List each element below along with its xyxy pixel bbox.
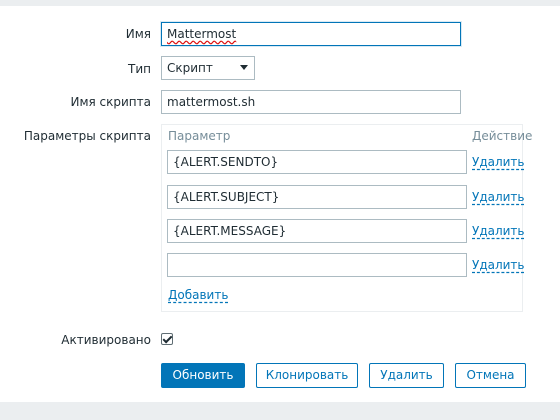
param-value-2: {ALERT.SUBJECT} xyxy=(173,190,280,204)
param-input-2[interactable]: {ALERT.SUBJECT} xyxy=(167,185,467,209)
type-label: Тип xyxy=(128,62,151,76)
type-select-value: Скрипт xyxy=(167,61,213,75)
script-name-label: Имя скрипта xyxy=(70,95,151,109)
name-label: Имя xyxy=(125,27,151,41)
remove-param-4-link[interactable]: Удалить xyxy=(472,258,525,272)
action-column-header: Действие xyxy=(472,129,533,143)
chevron-down-icon xyxy=(240,65,248,70)
script-name-input[interactable]: mattermost.sh xyxy=(161,90,461,114)
param-column-header: Параметр xyxy=(168,129,231,143)
delete-button[interactable]: Удалить xyxy=(369,363,444,388)
script-name-value: mattermost.sh xyxy=(167,95,256,109)
param-input-1[interactable]: {ALERT.SENDTO} xyxy=(167,150,467,174)
param-input-3[interactable]: {ALERT.MESSAGE} xyxy=(167,219,467,243)
param-value-3: {ALERT.MESSAGE} xyxy=(173,224,287,238)
update-button[interactable]: Обновить xyxy=(161,363,245,388)
script-params-label: Параметры скрипта xyxy=(23,129,151,143)
name-input-value: Mattermost xyxy=(167,27,237,41)
remove-param-1-link[interactable]: Удалить xyxy=(472,155,525,169)
type-select[interactable]: Скрипт xyxy=(161,56,255,80)
param-value-1: {ALERT.SENDTO} xyxy=(173,155,279,169)
clone-button[interactable]: Клонировать xyxy=(256,363,358,388)
remove-param-3-link[interactable]: Удалить xyxy=(472,224,525,238)
cancel-button[interactable]: Отмена xyxy=(455,363,526,388)
enabled-checkbox[interactable] xyxy=(161,333,173,345)
add-param-link[interactable]: Добавить xyxy=(168,288,228,302)
enabled-label: Активировано xyxy=(61,333,151,347)
param-input-4[interactable] xyxy=(167,253,467,277)
name-input[interactable]: Mattermost xyxy=(161,22,461,46)
remove-param-2-link[interactable]: Удалить xyxy=(472,190,525,204)
